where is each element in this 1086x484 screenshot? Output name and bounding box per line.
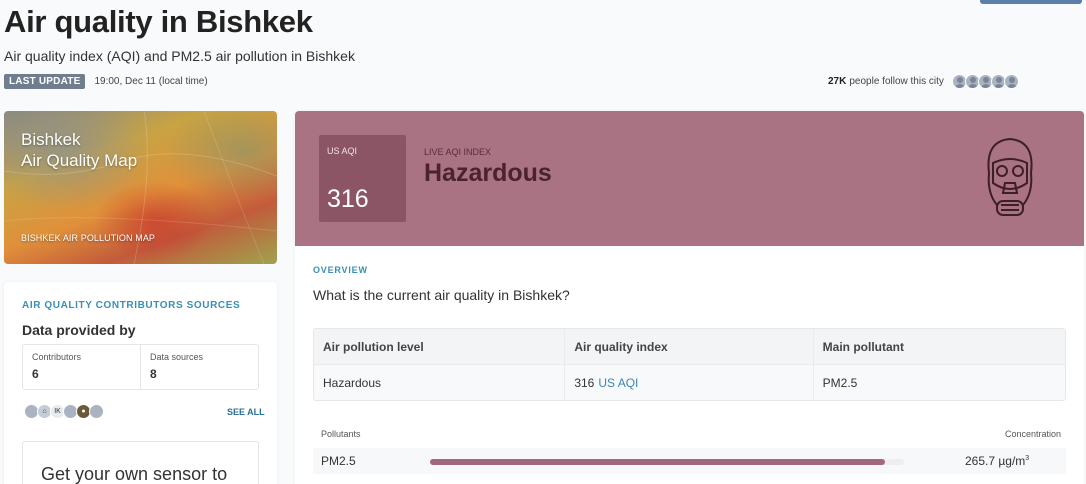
followers-info: 27K people follow this city [828, 74, 1019, 89]
aqi-value-box: US AQI 316 [319, 135, 406, 222]
aqi-cell: 316 US AQI [564, 365, 812, 400]
table-header-cell: Air pollution level [323, 339, 424, 354]
contributor-avatar-user-icon [89, 404, 104, 419]
contributors-stats: Contributors 6 Data sources 8 [22, 344, 259, 390]
last-update-badge: LAST UPDATE [4, 74, 86, 89]
air-quality-table: Air pollution level Air quality index Ma… [313, 328, 1066, 401]
overview-label: OVERVIEW [313, 265, 368, 275]
aqi-status: Hazardous [424, 159, 552, 187]
sources-stat-label: Data sources [150, 352, 204, 362]
map-caption: BISHKEK AIR POLLUTION MAP [21, 233, 156, 243]
aqi-value: 316 [327, 185, 369, 213]
aqi-box-label: US AQI [327, 146, 358, 156]
table-header-cell: Air quality index [564, 329, 812, 364]
data-provided-heading: Data provided by [22, 322, 136, 338]
sources-stat-value: 8 [150, 367, 157, 381]
sensor-cta-box[interactable]: Get your own sensor to [22, 441, 259, 484]
concentration-label: Concentration [1005, 429, 1062, 439]
table-header-row: Air pollution level Air quality index Ma… [314, 329, 1065, 365]
pollutant-name: PM2.5 [321, 454, 356, 468]
see-all-link[interactable]: SEE ALL [227, 407, 265, 417]
map-title: Bishkek Air Quality Map [21, 129, 137, 171]
follower-avatars[interactable] [951, 74, 1019, 89]
map-title-line2: Air Quality Map [21, 151, 138, 170]
sources-stat: Data sources 8 [140, 345, 258, 389]
air-quality-map-card[interactable]: Bishkek Air Quality Map BISHKEK AIR POLL… [4, 111, 277, 264]
overview-question: What is the current air quality in Bishk… [313, 287, 570, 303]
map-title-line1: Bishkek [21, 130, 81, 149]
table-header-cell: Main pollutant [812, 329, 1065, 364]
contributors-stat-value: 6 [32, 367, 39, 381]
table-row: Hazardous 316 US AQI PM2.5 [314, 365, 1065, 400]
pollutant-concentration: 265.7 µg/m3 [965, 454, 1029, 468]
pollution-level-cell: Hazardous [323, 376, 382, 390]
aqi-main-card: US AQI 316 LIVE AQI INDEX Hazardous OVER… [295, 111, 1084, 484]
contributors-section-label: AIR QUALITY CONTRIBUTORS SOURCES [22, 300, 241, 311]
followers-text: people follow this city [849, 76, 944, 87]
contributors-stat: Contributors 6 [23, 345, 140, 389]
followers-count: 27K [828, 76, 847, 87]
pollutant-bar-fill [430, 459, 886, 465]
contributors-stat-label: Contributors [32, 352, 82, 362]
sensor-cta-text: Get your own sensor to [41, 464, 228, 484]
pollutant-row: PM2.5 265.7 µg/m3 [313, 448, 1066, 474]
contributor-avatars[interactable]: ⌂ IK ● [24, 404, 104, 419]
last-update-row: LAST UPDATE 19:00, Dec 11 (local time) [4, 74, 208, 89]
aqi-banner: US AQI 316 LIVE AQI INDEX Hazardous [295, 111, 1084, 246]
follower-avatar [1003, 74, 1019, 89]
main-pollutant-cell: PM2.5 [812, 365, 1065, 400]
pollutants-label: Pollutants [321, 429, 361, 439]
aqi-unit-link[interactable]: US AQI [598, 376, 638, 390]
page-title: Air quality in Bishkek [4, 4, 313, 39]
live-aqi-label: LIVE AQI INDEX [424, 147, 492, 157]
gas-mask-icon [987, 137, 1033, 216]
top-action-button[interactable] [980, 0, 1082, 4]
last-update-time: 19:00, Dec 11 (local time) [94, 76, 208, 87]
contributors-card: AIR QUALITY CONTRIBUTORS SOURCES Data pr… [4, 282, 277, 484]
pollutant-concentration-value: 265.7 µg/m [965, 454, 1026, 468]
aqi-cell-value: 316 [574, 376, 595, 390]
pollutant-concentration-exponent: 3 [1025, 455, 1030, 462]
pollutant-bar-track [430, 459, 904, 465]
page-subtitle: Air quality index (AQI) and PM2.5 air po… [4, 48, 355, 64]
